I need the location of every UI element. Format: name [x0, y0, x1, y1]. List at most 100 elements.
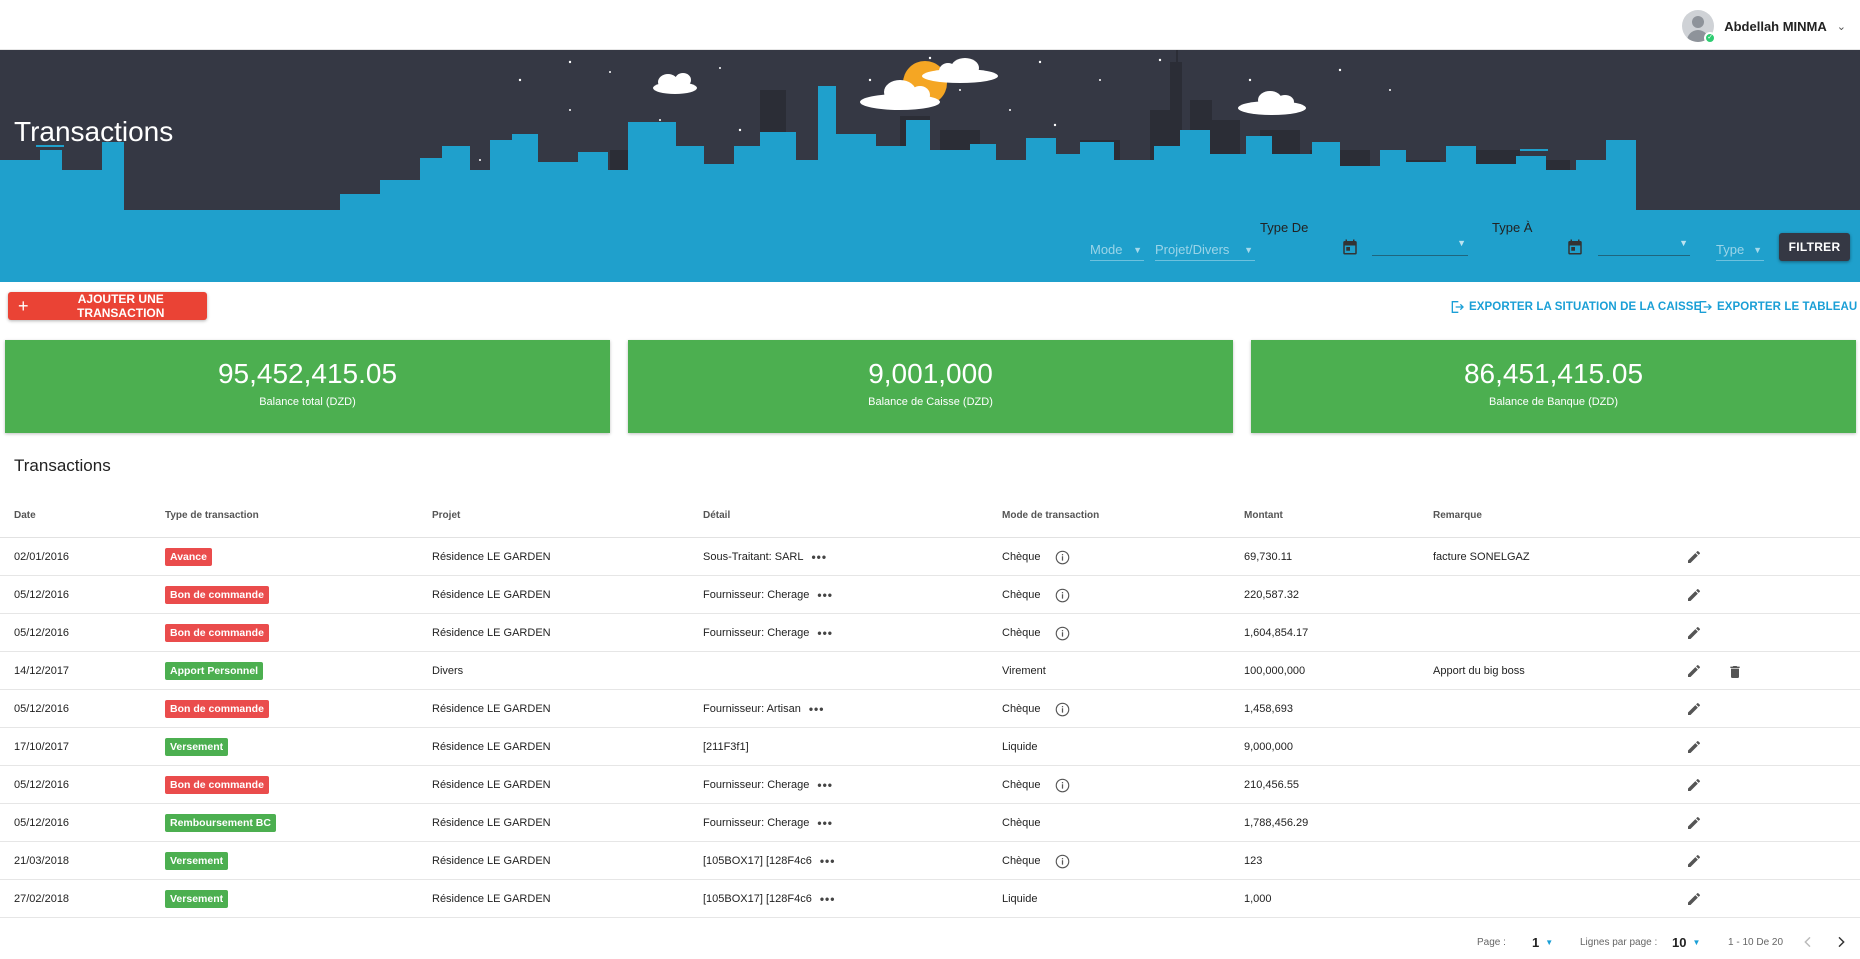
- export-icon: [1451, 301, 1464, 313]
- transaction-type-badge: Bon de commande: [165, 776, 269, 794]
- column-header-mode[interactable]: Mode de transaction: [1002, 510, 1099, 521]
- detail-text: [211F3f1]: [703, 741, 749, 753]
- column-header-date[interactable]: Date: [14, 510, 36, 521]
- cell-projet: Résidence LE GARDEN: [432, 589, 551, 601]
- column-header-montant[interactable]: Montant: [1244, 510, 1283, 521]
- column-header-detail[interactable]: Détail: [703, 510, 730, 521]
- export-caisse-label: EXPORTER LA SITUATION DE LA CAISSE: [1469, 301, 1702, 313]
- mode-text: Virement: [1002, 665, 1046, 677]
- cell-mode: Chèque: [1002, 842, 1070, 880]
- date-from-label: Type De: [1260, 220, 1309, 235]
- table-row[interactable]: 02/01/2016 Avance Résidence LE GARDEN Sous-…: [0, 538, 1860, 576]
- table-row[interactable]: 21/03/2018 Versement Résidence LE GARDEN [1…: [0, 842, 1860, 880]
- chevron-down-icon[interactable]: ⌄: [1837, 20, 1846, 33]
- transaction-type-badge: Bon de commande: [165, 624, 269, 642]
- projet-select[interactable]: Projet/Divers ▼: [1155, 239, 1255, 261]
- more-detail-icon[interactable]: •••: [809, 702, 825, 716]
- cell-type: Remboursement BC: [165, 804, 276, 842]
- type-select-placeholder: Type: [1716, 242, 1745, 257]
- calendar-icon[interactable]: [1566, 238, 1584, 256]
- edit-icon[interactable]: [1686, 777, 1702, 793]
- table-row[interactable]: 14/12/2017 Apport Personnel Divers Virement…: [0, 652, 1860, 690]
- avatar[interactable]: ✓: [1682, 10, 1717, 44]
- calendar-icon[interactable]: [1341, 238, 1359, 256]
- caret-down-icon: ▼: [1244, 244, 1253, 255]
- mode-text: Liquide: [1002, 741, 1038, 753]
- date-from-input[interactable]: ▼: [1372, 234, 1468, 256]
- cell-projet: Résidence LE GARDEN: [432, 779, 551, 791]
- edit-icon[interactable]: [1686, 815, 1702, 831]
- caret-down-icon: ▼: [1753, 244, 1762, 255]
- page-select-value: 1: [1532, 934, 1540, 950]
- mode-text: Liquide: [1002, 893, 1038, 905]
- filter-button[interactable]: FILTRER: [1779, 233, 1850, 261]
- detail-text: Fournisseur: Cherage: [703, 779, 810, 791]
- transaction-type-badge: Versement: [165, 890, 229, 908]
- delete-icon[interactable]: [1727, 664, 1743, 680]
- table-row[interactable]: 05/12/2016 Bon de commande Résidence LE GA…: [0, 690, 1860, 728]
- info-icon[interactable]: [1055, 702, 1070, 717]
- rows-per-page-select[interactable]: 10 ▼: [1672, 932, 1700, 952]
- cell-mode: Liquide: [1002, 728, 1037, 766]
- more-detail-icon[interactable]: •••: [817, 816, 833, 830]
- table-row[interactable]: 27/02/2018 Versement Résidence LE GARDEN [1…: [0, 880, 1860, 918]
- info-icon[interactable]: [1055, 550, 1070, 565]
- chevron-right-icon[interactable]: [1833, 934, 1849, 950]
- edit-icon[interactable]: [1686, 663, 1702, 679]
- cell-date: 17/10/2017: [14, 741, 70, 753]
- transaction-type-badge: Versement: [165, 738, 229, 756]
- more-detail-icon[interactable]: •••: [820, 854, 836, 868]
- caret-down-icon: ▼: [1679, 238, 1688, 248]
- cell-mode: Chèque: [1002, 804, 1041, 842]
- table-row[interactable]: 17/10/2017 Versement Résidence LE GARDEN [2…: [0, 728, 1860, 766]
- info-icon[interactable]: [1055, 588, 1070, 603]
- more-detail-icon[interactable]: •••: [820, 892, 836, 906]
- column-header-projet[interactable]: Projet: [432, 510, 460, 521]
- table-row[interactable]: 05/12/2016 Bon de commande Résidence LE GA…: [0, 614, 1860, 652]
- more-detail-icon[interactable]: •••: [817, 588, 833, 602]
- cell-montant: 1,788,456.29: [1244, 817, 1309, 829]
- table-row[interactable]: 05/12/2016 Bon de commande Résidence LE GA…: [0, 576, 1860, 614]
- more-detail-icon[interactable]: •••: [817, 778, 833, 792]
- export-table-link[interactable]: EXPORTER LE TABLEAU: [1697, 297, 1857, 317]
- add-transaction-button[interactable]: + AJOUTER UNE TRANSACTION: [8, 292, 207, 320]
- mode-text: Chèque: [1002, 551, 1041, 563]
- balance-value: 95,452,415.05: [217, 358, 398, 389]
- balance-total-card: 95,452,415.05 Balance total (DZD): [5, 340, 610, 433]
- edit-icon[interactable]: [1686, 625, 1702, 641]
- edit-icon[interactable]: [1686, 739, 1702, 755]
- edit-icon[interactable]: [1686, 587, 1702, 603]
- cell-mode: Virement: [1002, 652, 1046, 690]
- cell-detail: Fournisseur: Cherage •••: [703, 576, 833, 614]
- edit-icon[interactable]: [1686, 853, 1702, 869]
- table-header: Date Type de transaction Projet Détail M…: [0, 500, 1860, 538]
- info-icon[interactable]: [1055, 854, 1070, 869]
- edit-icon[interactable]: [1686, 891, 1702, 907]
- type-select[interactable]: Type ▼: [1716, 239, 1764, 261]
- cell-date: 27/02/2018: [14, 893, 70, 905]
- info-icon[interactable]: [1055, 778, 1070, 793]
- date-to-input[interactable]: ▼: [1598, 234, 1690, 256]
- cell-remarque: facture SONELGAZ: [1433, 551, 1530, 563]
- chevron-left-icon[interactable]: [1800, 934, 1816, 950]
- info-icon[interactable]: [1055, 626, 1070, 641]
- cell-type: Versement: [165, 880, 229, 918]
- date-to-label: Type À: [1492, 220, 1533, 235]
- column-header-remarque[interactable]: Remarque: [1433, 510, 1482, 521]
- page-select[interactable]: 1 ▼: [1532, 932, 1553, 952]
- column-header-type[interactable]: Type de transaction: [165, 510, 259, 521]
- user-name: Abdellah MINMA: [1724, 18, 1827, 34]
- table-row[interactable]: 05/12/2016 Bon de commande Résidence LE GA…: [0, 766, 1860, 804]
- edit-icon[interactable]: [1686, 701, 1702, 717]
- edit-icon[interactable]: [1686, 549, 1702, 565]
- cell-type: Avance: [165, 538, 212, 576]
- export-caisse-link[interactable]: EXPORTER LA SITUATION DE LA CAISSE: [1449, 297, 1701, 317]
- mode-select-placeholder: Mode: [1090, 242, 1123, 257]
- more-detail-icon[interactable]: •••: [811, 550, 827, 564]
- cell-montant: 220,587.32: [1244, 589, 1300, 601]
- more-detail-icon[interactable]: •••: [817, 626, 833, 640]
- table-row[interactable]: 05/12/2016 Remboursement BC Résidence LE G…: [0, 804, 1860, 842]
- user-menu[interactable]: ✓ Abdellah MINMA ⌄: [1682, 8, 1846, 44]
- detail-text: Fournisseur: Artisan: [703, 703, 801, 715]
- mode-select[interactable]: Mode ▼: [1090, 239, 1144, 261]
